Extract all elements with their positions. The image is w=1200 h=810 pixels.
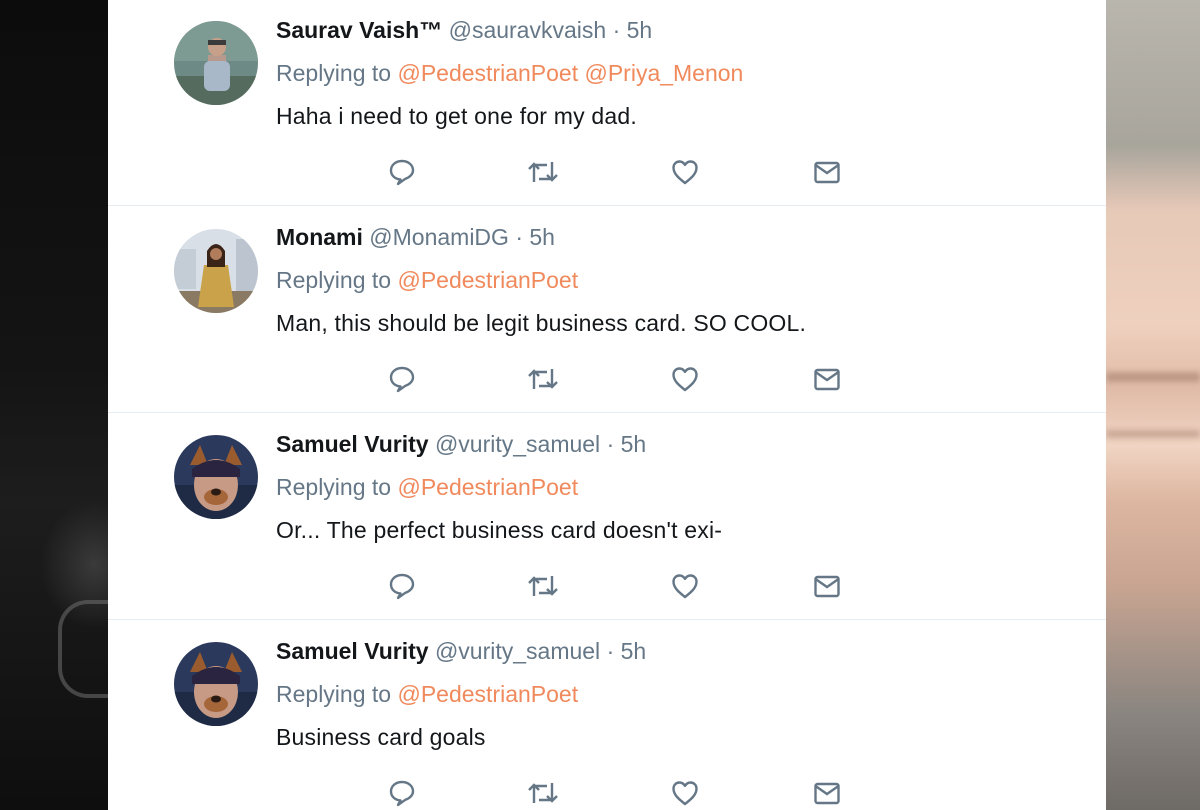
heart-icon bbox=[672, 781, 698, 806]
tweet-text: Business card goals bbox=[276, 724, 486, 750]
mention-link[interactable]: @PedestrianPoet bbox=[397, 267, 578, 293]
tweet-1[interactable]: Saurav Vaish™ @sauravkvaish · 5h Replyin… bbox=[108, 0, 1106, 206]
reply-button[interactable] bbox=[382, 566, 422, 606]
replying-to-label: Replying to bbox=[276, 474, 392, 500]
tweet-actions bbox=[276, 359, 876, 399]
reply-icon bbox=[389, 159, 415, 186]
timestamp[interactable]: 5h bbox=[621, 431, 647, 457]
display-name[interactable]: Samuel Vurity bbox=[276, 431, 429, 457]
retweet-button[interactable] bbox=[523, 566, 563, 606]
timestamp[interactable]: 5h bbox=[529, 224, 555, 250]
tweet-3[interactable]: Samuel Vurity @vurity_samuel · 5h Replyi… bbox=[108, 414, 1106, 620]
avatar[interactable] bbox=[174, 435, 258, 519]
heart-icon bbox=[672, 160, 698, 185]
envelope-icon bbox=[814, 161, 840, 184]
replying-to-label: Replying to bbox=[276, 267, 392, 293]
tweet-header: Samuel Vurity @vurity_samuel · 5h bbox=[276, 638, 646, 665]
retweet-icon bbox=[528, 162, 558, 182]
background-object-edge bbox=[58, 600, 108, 698]
reply-button[interactable] bbox=[382, 359, 422, 399]
envelope-icon bbox=[814, 368, 840, 391]
display-name[interactable]: Monami bbox=[276, 224, 363, 250]
retweet-button[interactable] bbox=[523, 359, 563, 399]
separator-dot: · bbox=[612, 17, 621, 43]
display-name[interactable]: Samuel Vurity bbox=[276, 638, 429, 664]
replying-to: Replying to @PedestrianPoet bbox=[276, 681, 578, 708]
reply-icon bbox=[389, 573, 415, 600]
tweet-header: Monami @MonamiDG · 5h bbox=[276, 224, 555, 251]
timestamp[interactable]: 5h bbox=[627, 17, 653, 43]
reply-button[interactable] bbox=[382, 152, 422, 192]
avatar[interactable] bbox=[174, 229, 258, 313]
direct-message-button[interactable] bbox=[807, 566, 847, 606]
reply-button[interactable] bbox=[382, 773, 422, 810]
tweet-text: Haha i need to get one for my dad. bbox=[276, 103, 637, 129]
background-left bbox=[0, 0, 108, 810]
tweet-4[interactable]: Samuel Vurity @vurity_samuel · 5h Replyi… bbox=[108, 621, 1106, 810]
tweet-2[interactable]: Monami @MonamiDG · 5h Replying to @Pedes… bbox=[108, 207, 1106, 413]
tweet-actions bbox=[276, 773, 876, 810]
background-right bbox=[1106, 0, 1200, 810]
reply-icon bbox=[389, 366, 415, 393]
user-handle[interactable]: @vurity_samuel bbox=[435, 431, 600, 457]
timestamp[interactable]: 5h bbox=[621, 638, 647, 664]
envelope-icon bbox=[814, 782, 840, 805]
replying-to-label: Replying to bbox=[276, 60, 392, 86]
separator-dot: · bbox=[515, 224, 523, 250]
retweet-button[interactable] bbox=[523, 152, 563, 192]
mention-link[interactable]: @Priya_Menon bbox=[584, 60, 743, 86]
tweet-text: Or... The perfect business card doesn't … bbox=[276, 517, 723, 543]
replying-to-label: Replying to bbox=[276, 681, 392, 707]
like-button[interactable] bbox=[665, 566, 705, 606]
display-name[interactable]: Saurav Vaish™ bbox=[276, 17, 442, 43]
tweet-text: Man, this should be legit business card.… bbox=[276, 310, 807, 336]
like-button[interactable] bbox=[665, 152, 705, 192]
replying-to: Replying to @PedestrianPoet @Priya_Menon bbox=[276, 60, 743, 87]
retweet-icon bbox=[528, 783, 558, 803]
retweet-icon bbox=[528, 369, 558, 389]
avatar[interactable] bbox=[174, 21, 258, 105]
heart-icon bbox=[672, 574, 698, 599]
mention-link[interactable]: @PedestrianPoet bbox=[397, 681, 578, 707]
reply-thread: Saurav Vaish™ @sauravkvaish · 5h Replyin… bbox=[108, 0, 1106, 810]
tweet-header: Samuel Vurity @vurity_samuel · 5h bbox=[276, 431, 646, 458]
retweet-button[interactable] bbox=[523, 773, 563, 810]
envelope-icon bbox=[814, 575, 840, 598]
user-handle[interactable]: @sauravkvaish bbox=[449, 17, 607, 43]
like-button[interactable] bbox=[665, 359, 705, 399]
tweet-actions bbox=[276, 566, 876, 606]
user-handle[interactable]: @MonamiDG bbox=[369, 224, 509, 250]
like-button[interactable] bbox=[665, 773, 705, 810]
tweet-actions bbox=[276, 152, 876, 192]
background-finger-fold bbox=[1106, 430, 1200, 438]
replying-to: Replying to @PedestrianPoet bbox=[276, 267, 578, 294]
direct-message-button[interactable] bbox=[807, 152, 847, 192]
avatar[interactable] bbox=[174, 642, 258, 726]
mention-link[interactable]: @PedestrianPoet bbox=[397, 60, 578, 86]
mention-link[interactable]: @PedestrianPoet bbox=[397, 474, 578, 500]
separator-dot: · bbox=[606, 431, 615, 457]
direct-message-button[interactable] bbox=[807, 773, 847, 810]
reply-icon bbox=[389, 780, 415, 807]
separator-dot: · bbox=[606, 638, 615, 664]
heart-icon bbox=[672, 367, 698, 392]
replying-to: Replying to @PedestrianPoet bbox=[276, 474, 578, 501]
tweet-header: Saurav Vaish™ @sauravkvaish · 5h bbox=[276, 17, 652, 44]
retweet-icon bbox=[528, 576, 558, 596]
direct-message-button[interactable] bbox=[807, 359, 847, 399]
background-finger-fold bbox=[1106, 372, 1200, 382]
user-handle[interactable]: @vurity_samuel bbox=[435, 638, 600, 664]
